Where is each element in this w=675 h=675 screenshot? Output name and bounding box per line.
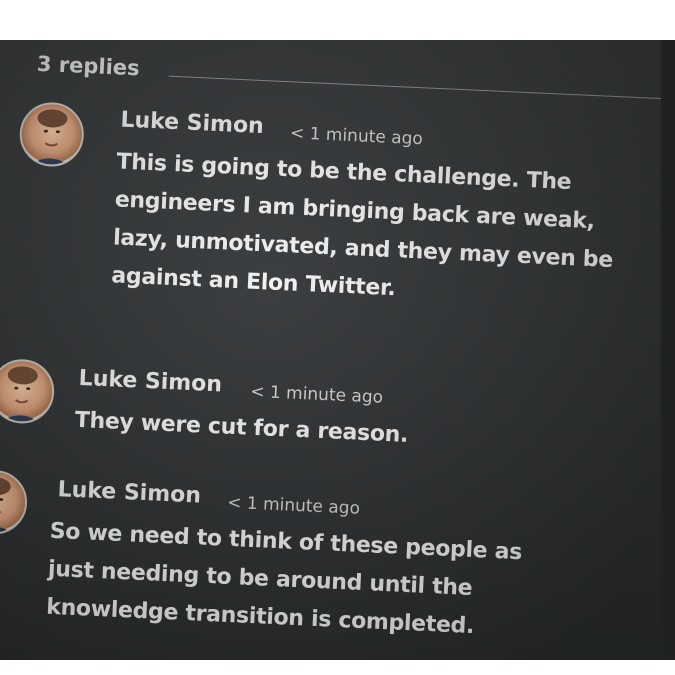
message-author[interactable]: Luke Simon <box>120 108 264 139</box>
photo-border <box>0 660 675 675</box>
message-timestamp[interactable]: < 1 minute ago <box>250 382 384 408</box>
message-item: Luke Simon < 1 minute ago This is going … <box>10 99 640 367</box>
message-timestamp[interactable]: < 1 minute ago <box>290 123 424 149</box>
screenshot-photo: 3 replies Luke Simon < 1 minute ago This… <box>0 0 675 675</box>
message-body: They were cut for a reason. <box>74 402 409 455</box>
avatar[interactable] <box>0 357 56 425</box>
replies-count-label[interactable]: 3 replies <box>36 52 140 81</box>
avatar[interactable] <box>18 101 86 168</box>
message-item: Luke Simon < 1 minute ago They were cut … <box>0 357 615 486</box>
message-text-line: They were cut for a reason. <box>74 407 409 448</box>
message-body: This is going to be the challenge. The e… <box>111 143 618 318</box>
message-author[interactable]: Luke Simon <box>78 366 222 397</box>
replies-divider <box>168 75 669 100</box>
user-avatar-icon <box>0 477 12 534</box>
thread-content: 3 replies Luke Simon < 1 minute ago This… <box>0 40 674 662</box>
monitor-bezel <box>661 40 675 662</box>
user-avatar-icon <box>2 366 39 423</box>
avatar[interactable] <box>0 468 29 536</box>
message-body: So we need to think of these people as j… <box>45 513 523 648</box>
user-avatar-icon <box>32 109 69 166</box>
message-author[interactable]: Luke Simon <box>57 477 201 508</box>
thread-panel: 3 replies Luke Simon < 1 minute ago This… <box>0 40 675 662</box>
message-timestamp[interactable]: < 1 minute ago <box>227 493 361 519</box>
message-item: Luke Simon < 1 minute ago So we need to … <box>0 468 602 662</box>
